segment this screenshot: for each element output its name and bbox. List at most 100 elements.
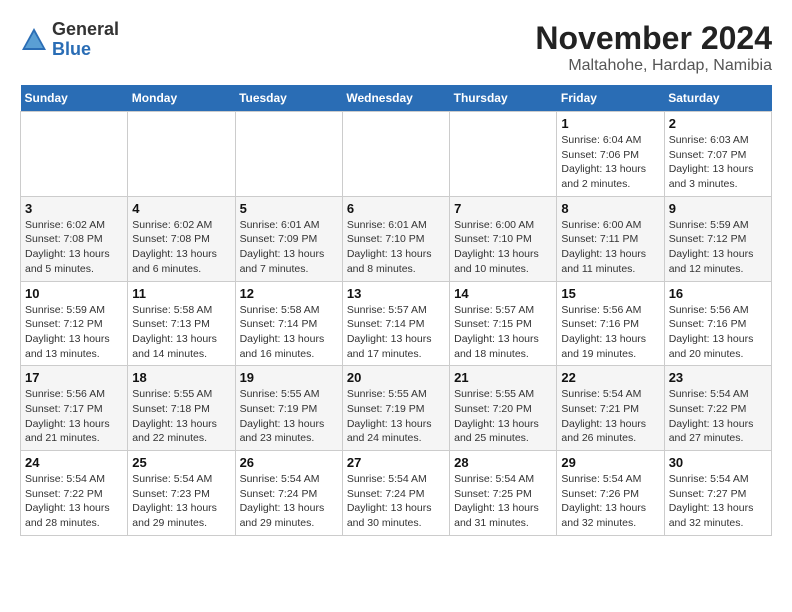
cell-day-number: 7 xyxy=(454,201,552,216)
calendar-cell: 14 Sunrise: 5:57 AM Sunset: 7:15 PM Dayli… xyxy=(450,281,557,366)
cell-day-number: 27 xyxy=(347,455,445,470)
cell-info-text: Sunrise: 5:55 AM Sunset: 7:19 PM Dayligh… xyxy=(240,387,338,446)
cell-info-text: Sunrise: 5:58 AM Sunset: 7:13 PM Dayligh… xyxy=(132,303,230,362)
cell-info-text: Sunrise: 5:55 AM Sunset: 7:18 PM Dayligh… xyxy=(132,387,230,446)
cell-day-number: 10 xyxy=(25,286,123,301)
cell-day-number: 2 xyxy=(669,116,767,131)
logo-icon xyxy=(20,26,48,54)
calendar-cell: 27 Sunrise: 5:54 AM Sunset: 7:24 PM Dayli… xyxy=(342,451,449,536)
weekday-header-row: SundayMondayTuesdayWednesdayThursdayFrid… xyxy=(21,85,772,112)
cell-day-number: 14 xyxy=(454,286,552,301)
calendar-cell xyxy=(21,112,128,197)
cell-day-number: 19 xyxy=(240,370,338,385)
cell-info-text: Sunrise: 6:02 AM Sunset: 7:08 PM Dayligh… xyxy=(25,218,123,277)
calendar-cell: 30 Sunrise: 5:54 AM Sunset: 7:27 PM Dayli… xyxy=(664,451,771,536)
calendar-cell: 22Sunrise: 5:54 AM Sunset: 7:21 PM Dayli… xyxy=(557,366,664,451)
calendar-cell xyxy=(128,112,235,197)
cell-info-text: Sunrise: 5:55 AM Sunset: 7:19 PM Dayligh… xyxy=(347,387,445,446)
cell-day-number: 29 xyxy=(561,455,659,470)
calendar-cell: 2 Sunrise: 6:03 AM Sunset: 7:07 PM Daylig… xyxy=(664,112,771,197)
calendar-cell xyxy=(235,112,342,197)
calendar-week-row: 3Sunrise: 6:02 AM Sunset: 7:08 PM Daylig… xyxy=(21,196,772,281)
calendar-cell: 5Sunrise: 6:01 AM Sunset: 7:09 PM Daylig… xyxy=(235,196,342,281)
logo-general: General xyxy=(52,19,119,39)
calendar-week-row: 1 Sunrise: 6:04 AM Sunset: 7:06 PM Daylig… xyxy=(21,112,772,197)
calendar-week-row: 24 Sunrise: 5:54 AM Sunset: 7:22 PM Dayli… xyxy=(21,451,772,536)
weekday-header-monday: Monday xyxy=(128,85,235,112)
cell-info-text: Sunrise: 5:54 AM Sunset: 7:27 PM Dayligh… xyxy=(669,472,767,531)
calendar-cell: 16Sunrise: 5:56 AM Sunset: 7:16 PM Dayli… xyxy=(664,281,771,366)
cell-info-text: Sunrise: 5:54 AM Sunset: 7:22 PM Dayligh… xyxy=(25,472,123,531)
cell-info-text: Sunrise: 5:54 AM Sunset: 7:24 PM Dayligh… xyxy=(347,472,445,531)
cell-info-text: Sunrise: 6:02 AM Sunset: 7:08 PM Dayligh… xyxy=(132,218,230,277)
calendar-cell: 11 Sunrise: 5:58 AM Sunset: 7:13 PM Dayli… xyxy=(128,281,235,366)
cell-info-text: Sunrise: 5:54 AM Sunset: 7:22 PM Dayligh… xyxy=(669,387,767,446)
cell-info-text: Sunrise: 5:59 AM Sunset: 7:12 PM Dayligh… xyxy=(669,218,767,277)
cell-info-text: Sunrise: 6:01 AM Sunset: 7:10 PM Dayligh… xyxy=(347,218,445,277)
calendar-cell: 18 Sunrise: 5:55 AM Sunset: 7:18 PM Dayli… xyxy=(128,366,235,451)
calendar-cell xyxy=(342,112,449,197)
calendar-cell: 6 Sunrise: 6:01 AM Sunset: 7:10 PM Daylig… xyxy=(342,196,449,281)
calendar-cell xyxy=(450,112,557,197)
logo: General Blue xyxy=(20,20,119,60)
calendar-cell: 19 Sunrise: 5:55 AM Sunset: 7:19 PM Dayli… xyxy=(235,366,342,451)
cell-day-number: 24 xyxy=(25,455,123,470)
calendar-cell: 26Sunrise: 5:54 AM Sunset: 7:24 PM Dayli… xyxy=(235,451,342,536)
main-title: November 2024 xyxy=(535,20,772,57)
calendar-cell: 20 Sunrise: 5:55 AM Sunset: 7:19 PM Dayli… xyxy=(342,366,449,451)
calendar-cell: 3Sunrise: 6:02 AM Sunset: 7:08 PM Daylig… xyxy=(21,196,128,281)
cell-day-number: 20 xyxy=(347,370,445,385)
page-header: General Blue November 2024 Maltahohe, Ha… xyxy=(20,20,772,75)
calendar-cell: 25Sunrise: 5:54 AM Sunset: 7:23 PM Dayli… xyxy=(128,451,235,536)
logo-blue: Blue xyxy=(52,39,91,59)
cell-day-number: 9 xyxy=(669,201,767,216)
cell-info-text: Sunrise: 5:58 AM Sunset: 7:14 PM Dayligh… xyxy=(240,303,338,362)
logo-lockup: General Blue xyxy=(20,20,119,60)
calendar-cell: 9 Sunrise: 5:59 AM Sunset: 7:12 PM Daylig… xyxy=(664,196,771,281)
cell-day-number: 11 xyxy=(132,286,230,301)
cell-day-number: 6 xyxy=(347,201,445,216)
cell-day-number: 8 xyxy=(561,201,659,216)
calendar-body: 1 Sunrise: 6:04 AM Sunset: 7:06 PM Daylig… xyxy=(21,112,772,536)
subtitle: Maltahohe, Hardap, Namibia xyxy=(535,57,772,75)
cell-day-number: 18 xyxy=(132,370,230,385)
cell-day-number: 30 xyxy=(669,455,767,470)
cell-info-text: Sunrise: 5:54 AM Sunset: 7:23 PM Dayligh… xyxy=(132,472,230,531)
calendar-cell: 24 Sunrise: 5:54 AM Sunset: 7:22 PM Dayli… xyxy=(21,451,128,536)
cell-day-number: 16 xyxy=(669,286,767,301)
cell-info-text: Sunrise: 5:57 AM Sunset: 7:15 PM Dayligh… xyxy=(454,303,552,362)
calendar-cell: 8 Sunrise: 6:00 AM Sunset: 7:11 PM Daylig… xyxy=(557,196,664,281)
calendar-cell: 28 Sunrise: 5:54 AM Sunset: 7:25 PM Dayli… xyxy=(450,451,557,536)
calendar-cell: 23 Sunrise: 5:54 AM Sunset: 7:22 PM Dayli… xyxy=(664,366,771,451)
cell-day-number: 23 xyxy=(669,370,767,385)
cell-info-text: Sunrise: 5:54 AM Sunset: 7:25 PM Dayligh… xyxy=(454,472,552,531)
cell-day-number: 22 xyxy=(561,370,659,385)
cell-info-text: Sunrise: 5:57 AM Sunset: 7:14 PM Dayligh… xyxy=(347,303,445,362)
cell-info-text: Sunrise: 6:00 AM Sunset: 7:10 PM Dayligh… xyxy=(454,218,552,277)
cell-info-text: Sunrise: 6:03 AM Sunset: 7:07 PM Dayligh… xyxy=(669,133,767,192)
weekday-header-saturday: Saturday xyxy=(664,85,771,112)
cell-day-number: 5 xyxy=(240,201,338,216)
calendar-cell: 7 Sunrise: 6:00 AM Sunset: 7:10 PM Daylig… xyxy=(450,196,557,281)
cell-day-number: 15 xyxy=(561,286,659,301)
cell-info-text: Sunrise: 6:04 AM Sunset: 7:06 PM Dayligh… xyxy=(561,133,659,192)
cell-day-number: 12 xyxy=(240,286,338,301)
cell-day-number: 28 xyxy=(454,455,552,470)
calendar-week-row: 17Sunrise: 5:56 AM Sunset: 7:17 PM Dayli… xyxy=(21,366,772,451)
cell-info-text: Sunrise: 5:54 AM Sunset: 7:26 PM Dayligh… xyxy=(561,472,659,531)
cell-info-text: Sunrise: 5:56 AM Sunset: 7:17 PM Dayligh… xyxy=(25,387,123,446)
weekday-header-sunday: Sunday xyxy=(21,85,128,112)
cell-day-number: 1 xyxy=(561,116,659,131)
weekday-header-wednesday: Wednesday xyxy=(342,85,449,112)
cell-info-text: Sunrise: 5:55 AM Sunset: 7:20 PM Dayligh… xyxy=(454,387,552,446)
cell-info-text: Sunrise: 6:00 AM Sunset: 7:11 PM Dayligh… xyxy=(561,218,659,277)
calendar-table: SundayMondayTuesdayWednesdayThursdayFrid… xyxy=(20,85,772,536)
calendar-cell: 21 Sunrise: 5:55 AM Sunset: 7:20 PM Dayli… xyxy=(450,366,557,451)
weekday-header-friday: Friday xyxy=(557,85,664,112)
calendar-header: SundayMondayTuesdayWednesdayThursdayFrid… xyxy=(21,85,772,112)
calendar-cell: 15Sunrise: 5:56 AM Sunset: 7:16 PM Dayli… xyxy=(557,281,664,366)
calendar-week-row: 10 Sunrise: 5:59 AM Sunset: 7:12 PM Dayli… xyxy=(21,281,772,366)
calendar-cell: 4Sunrise: 6:02 AM Sunset: 7:08 PM Daylig… xyxy=(128,196,235,281)
cell-day-number: 21 xyxy=(454,370,552,385)
cell-info-text: Sunrise: 5:59 AM Sunset: 7:12 PM Dayligh… xyxy=(25,303,123,362)
